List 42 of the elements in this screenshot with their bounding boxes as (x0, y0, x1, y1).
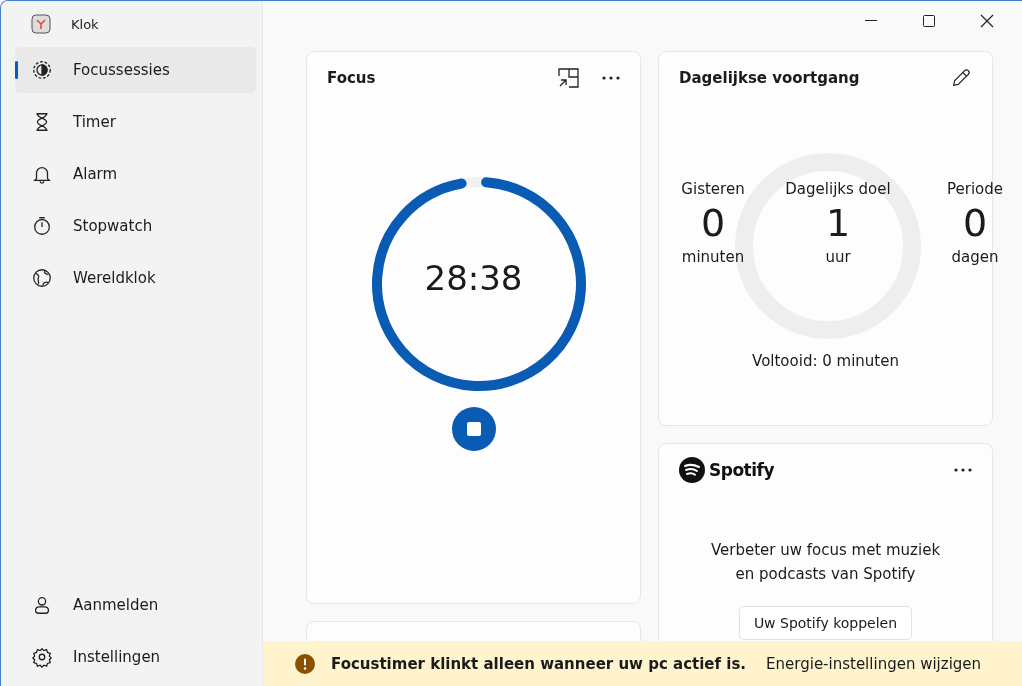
connect-button[interactable]: Uw Spotify koppelen (738, 606, 913, 640)
nav-item[interactable]: Alarm (15, 151, 256, 197)
settings-icon (31, 646, 53, 668)
completed-text: Voltooid: 0 minuten (751, 352, 900, 370)
stat-unit: dagen (951, 248, 999, 266)
stat-unit: uur (825, 248, 851, 266)
stat-label: Periode (947, 180, 1003, 198)
more-icon[interactable] (602, 76, 620, 80)
close-icon (980, 14, 994, 28)
stop-icon (466, 422, 481, 436)
globe-icon (31, 267, 53, 289)
mini-window-icon[interactable] (558, 68, 580, 88)
stat-value: 0 (700, 200, 726, 247)
nav-item[interactable]: Timer (15, 99, 256, 145)
nav-item[interactable]: Instellingen (15, 634, 256, 680)
stat-value: 1 (825, 200, 851, 247)
stat-label: Gisteren (681, 180, 745, 198)
stat-value: 0 (962, 200, 988, 247)
stopwatch-icon (31, 215, 53, 237)
nav-item[interactable]: Stopwatch (15, 203, 256, 249)
minimize-icon (865, 20, 877, 22)
focus-icon (31, 59, 53, 81)
power-settings-link[interactable]: Energie-instellingen wijzigen (766, 654, 982, 673)
nav-item[interactable]: Aanmelden (15, 582, 256, 628)
clock-app-icon (31, 14, 51, 34)
nav-item[interactable]: Focussessies (15, 47, 256, 93)
spotify-logo-icon (679, 457, 705, 483)
nav-item[interactable]: Wereldklok (15, 255, 256, 301)
warning-icon (295, 653, 315, 674)
card-title: Dagelijkse voortgang (679, 69, 860, 87)
card-title: Focus (327, 69, 376, 87)
stat-label: Dagelijks doel (785, 180, 891, 198)
app-title: Klok (71, 16, 99, 32)
maximize-icon (923, 15, 935, 27)
stat-unit: minuten (681, 248, 745, 266)
spotify-message: Verbeter uw focus met muziek en podcasts van Spotify (709, 540, 942, 585)
warning-message: Focustimer klinkt alleen wanneer uw pc actief is. (331, 654, 747, 673)
more-icon[interactable] (954, 468, 972, 472)
pencil-icon[interactable] (950, 67, 972, 89)
brand-name: Spotify (709, 460, 775, 480)
timer-text: 28:38 (423, 258, 524, 298)
stop-button[interactable] (451, 407, 496, 451)
